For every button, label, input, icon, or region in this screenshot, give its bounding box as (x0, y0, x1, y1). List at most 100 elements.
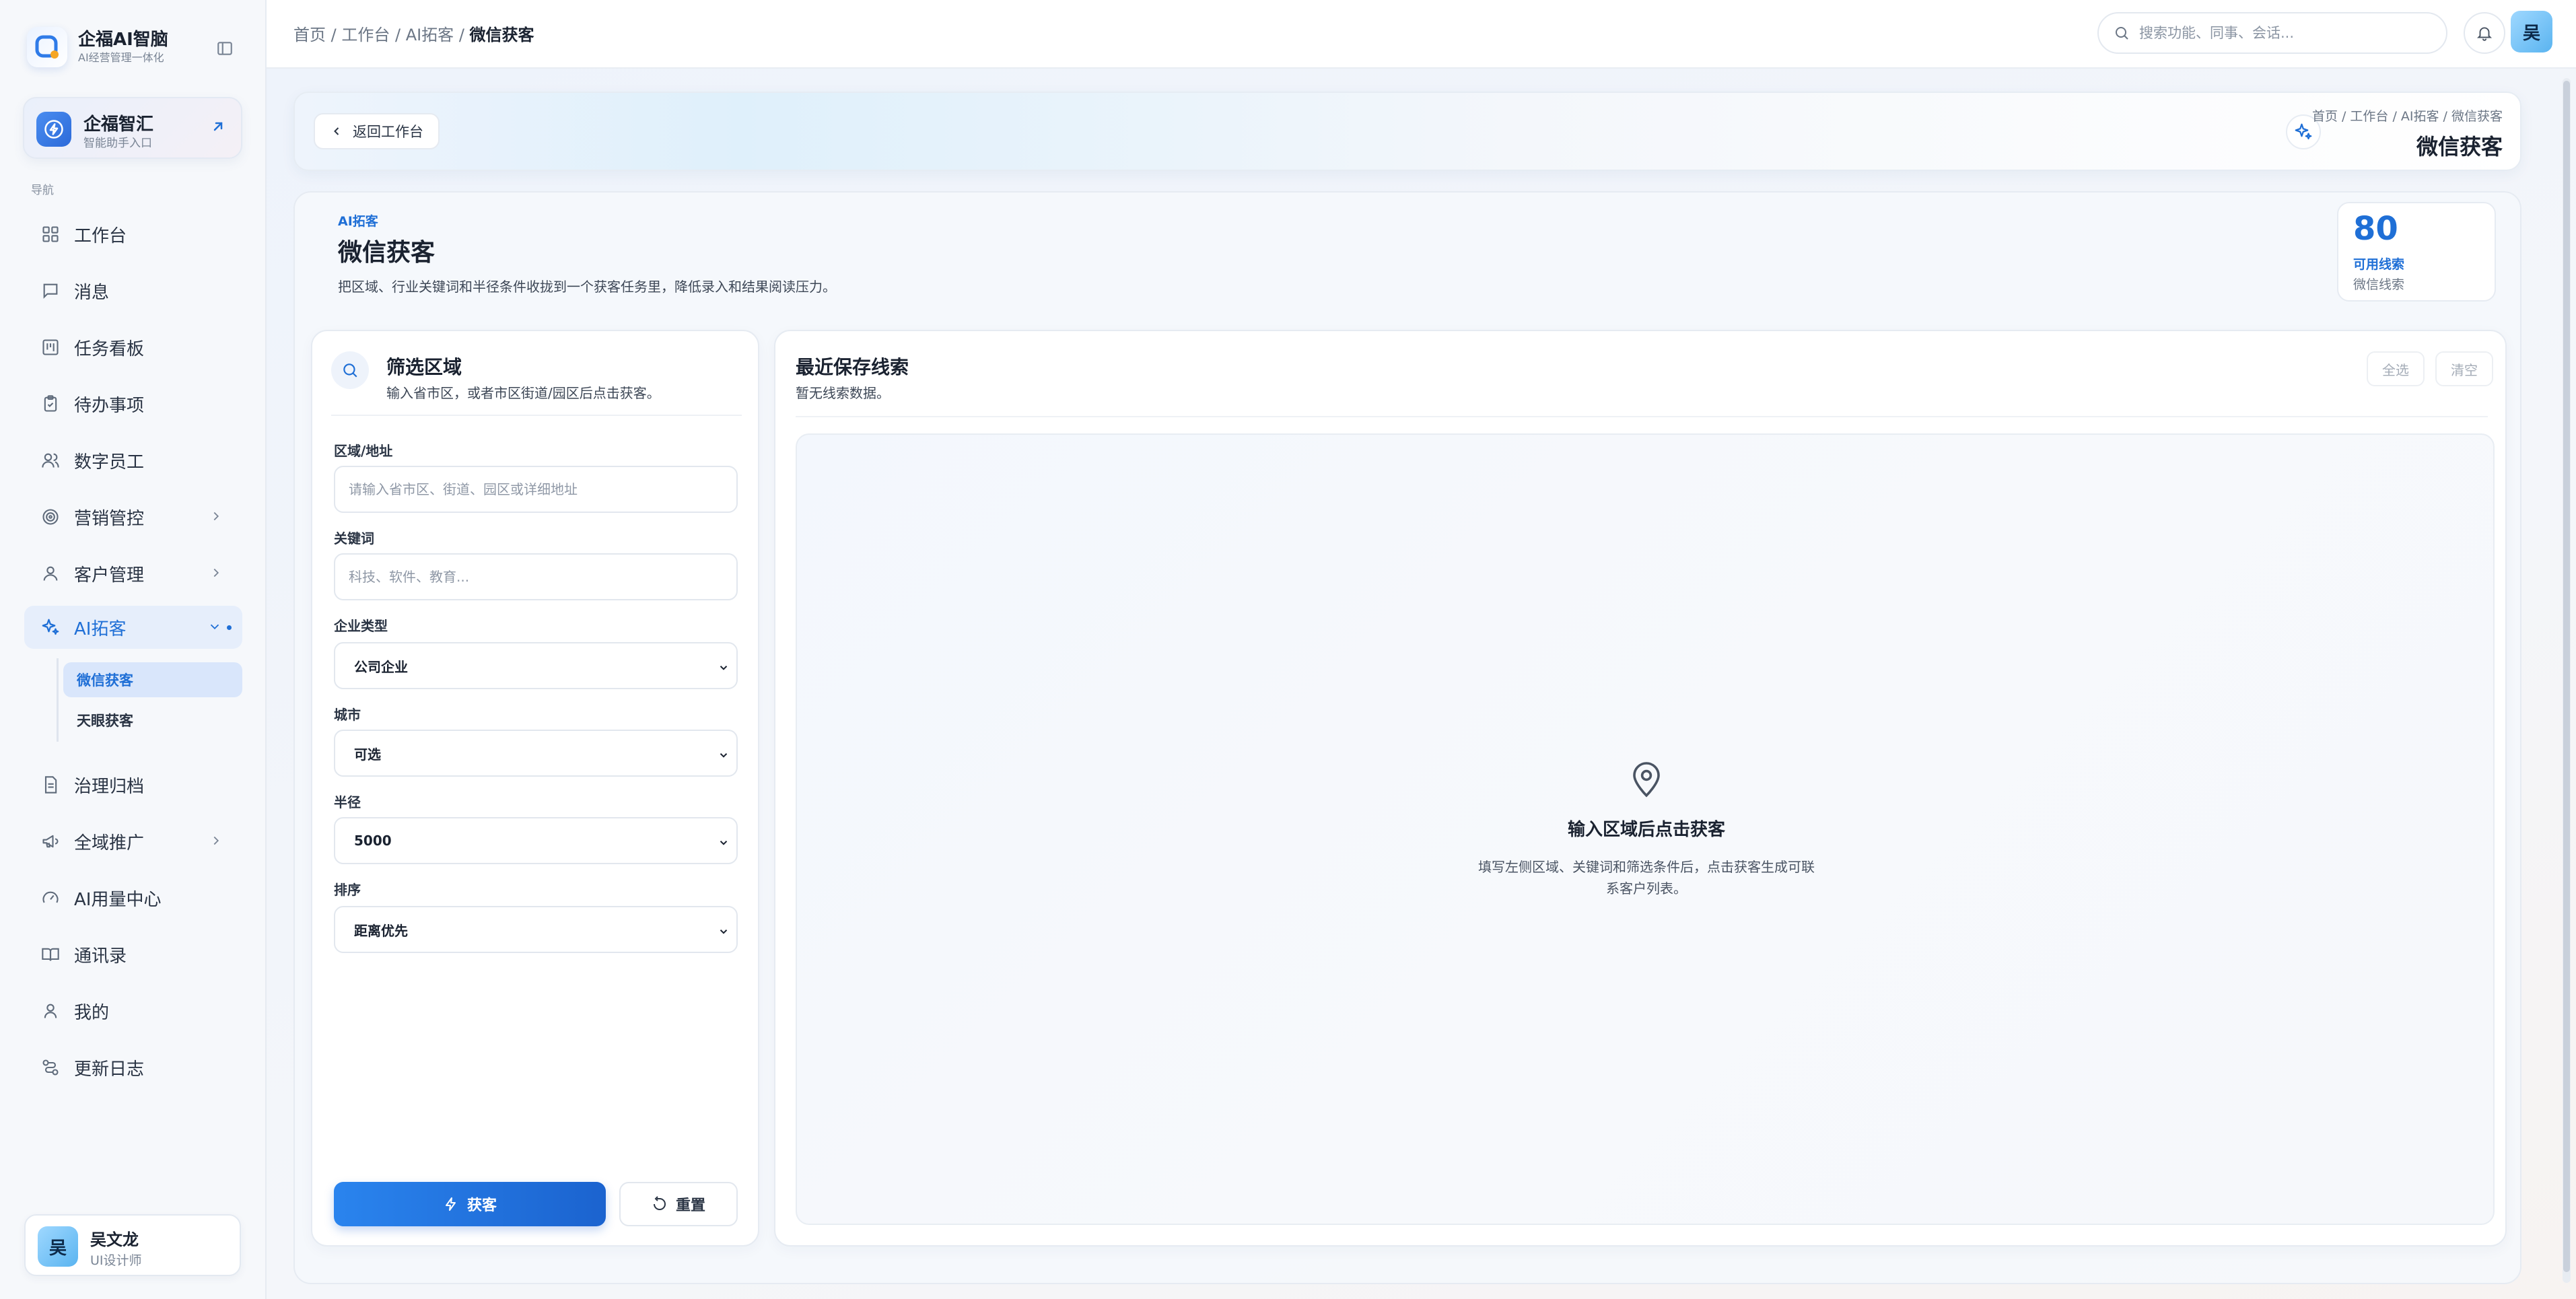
breadcrumb-item[interactable]: 工作台 (341, 26, 390, 44)
acquire-button[interactable]: 获客 (334, 1182, 606, 1226)
target-icon (40, 507, 61, 527)
sidebar-item-digital-staff[interactable]: 数字员工 (24, 439, 242, 482)
sidebar-collapse-icon[interactable] (214, 38, 236, 59)
sidebar-item-label: 治理归档 (74, 776, 145, 797)
scrollbar[interactable] (2563, 78, 2571, 1283)
promo-title: 企福智汇 (83, 114, 154, 135)
select-value: 可选 (354, 746, 381, 763)
sidebar-item-todo[interactable]: 待办事项 (24, 382, 242, 425)
chevron-right-icon (209, 565, 223, 580)
header-breadcrumb: 首页 / 工作台 / AI拓客 / 微信获客 (2311, 109, 2503, 124)
sidebar-item-promotion[interactable]: 全域推广 (24, 820, 242, 863)
sidebar-item-contacts[interactable]: 通讯录 (24, 933, 242, 976)
sidebar-item-label: AI用量中心 (74, 889, 162, 910)
refresh-icon (652, 1196, 668, 1212)
topbar: 首页 / 工作台 / AI拓客 / 微信获客 吴 (267, 0, 2576, 69)
select-value: 公司企业 (354, 658, 408, 675)
promo-card[interactable]: 企福智汇 智能助手入口 (23, 97, 242, 159)
chevron-left-icon (330, 125, 343, 138)
divider (331, 415, 742, 416)
route-icon (40, 1057, 61, 1078)
breadcrumb-separator: / (454, 26, 470, 44)
top-avatar[interactable]: 吴 (2511, 11, 2552, 52)
intro-description: 把区域、行业关键词和半径条件收拢到一个获客任务里，降低录入和结果阅读压力。 (338, 279, 836, 295)
sidebar-item-label: 全域推广 (74, 833, 145, 853)
sidebar-item-ai-usage[interactable]: AI用量中心 (24, 876, 242, 919)
radius-label: 半径 (334, 794, 361, 810)
sidebar-item-label: 工作台 (74, 225, 127, 246)
brand-name: 企福AI智脑 (78, 30, 168, 50)
stat-sublabel: 微信线索 (2353, 277, 2405, 292)
prospecting-panel: AI拓客 微信获客 把区域、行业关键词和半径条件收拢到一个获客任务里，降低录入和… (293, 191, 2521, 1284)
user-role: UI设计师 (90, 1253, 142, 1268)
leads-subtitle: 暂无线索数据。 (796, 385, 890, 401)
sidebar-item-archive[interactable]: 治理归档 (24, 763, 242, 806)
sidebar-item-marketing[interactable]: 营销管控 (24, 495, 242, 538)
sidebar-item-ai-prospecting[interactable]: AI拓客 (24, 606, 242, 649)
sidebar-subitem-wechat[interactable]: 微信获客 (63, 662, 242, 697)
sidebar-item-label: 更新日志 (74, 1059, 145, 1080)
select-value: 距离优先 (354, 922, 408, 939)
area-input[interactable] (334, 466, 738, 513)
chevron-down-icon (718, 925, 730, 938)
sidebar-item-label: 我的 (74, 1002, 110, 1023)
breadcrumb-current: 微信获客 (469, 26, 534, 44)
file-icon (40, 775, 61, 795)
back-button-label: 返回工作台 (353, 124, 423, 140)
sidebar-item-workbench[interactable]: 工作台 (24, 213, 242, 256)
sidebar-item-label: 消息 (74, 282, 110, 303)
intro-section: AI拓客 微信获客 把区域、行业关键词和半径条件收拢到一个获客任务里，降低录入和… (295, 192, 2520, 312)
chevron-down-icon (718, 837, 730, 849)
area-label: 区域/地址 (334, 443, 393, 459)
search-icon (2114, 25, 2130, 41)
search-input[interactable] (2139, 25, 2422, 41)
person-icon (40, 1001, 61, 1021)
city-select[interactable]: 可选 (334, 730, 738, 777)
sort-select[interactable]: 距离优先 (334, 906, 738, 953)
sidebar-subitem-tianyan[interactable]: 天眼获客 (63, 703, 242, 738)
nav-section-label: 导航 (31, 184, 54, 197)
breadcrumb-item[interactable]: 首页 (293, 26, 326, 44)
arrow-up-right-icon (210, 118, 226, 135)
intro-title: 微信获客 (338, 239, 436, 267)
filter-card: 筛选区域 输入省市区，或者市区街道/园区后点击获客。 区域/地址 关键词 企业类… (311, 330, 759, 1247)
select-all-button[interactable]: 全选 (2367, 351, 2425, 386)
chevron-down-icon (207, 619, 222, 634)
sidebar-item-messages[interactable]: 消息 (24, 269, 242, 312)
stat-card: 80 可用线索 微信线索 (2337, 202, 2496, 302)
radius-select[interactable]: 5000 (334, 817, 738, 864)
intro-tag: AI拓客 (338, 214, 378, 229)
filter-subtitle: 输入省市区，或者市区街道/园区后点击获客。 (386, 385, 660, 401)
select-value: 5000 (354, 833, 392, 849)
sidebar-item-mine[interactable]: 我的 (24, 989, 242, 1032)
user-card[interactable]: 吴 吴文龙 UI设计师 (24, 1214, 241, 1276)
reset-button[interactable]: 重置 (619, 1182, 738, 1226)
scrollbar-thumb[interactable] (2563, 81, 2570, 1272)
search-box[interactable] (2097, 12, 2447, 54)
sidebar-item-label: 数字员工 (74, 452, 145, 472)
promo-subtitle: 智能助手入口 (83, 137, 152, 150)
book-icon (40, 944, 61, 964)
sidebar-item-changelog[interactable]: 更新日志 (24, 1046, 242, 1089)
breadcrumb-separator: / (390, 26, 406, 44)
brand-logo-icon (27, 27, 67, 67)
user-icon (40, 563, 61, 584)
clear-button[interactable]: 清空 (2435, 351, 2493, 386)
company-type-label: 企业类型 (334, 618, 388, 634)
sidebar-item-label: 通讯录 (74, 946, 127, 967)
back-button[interactable]: 返回工作台 (314, 113, 440, 149)
sidebar-item-label: AI拓客 (74, 619, 127, 639)
sidebar-item-task-board[interactable]: 任务看板 (24, 326, 242, 369)
bell-icon (2476, 24, 2493, 42)
lightning-icon (36, 112, 71, 147)
keyword-input[interactable] (334, 553, 738, 600)
brand[interactable]: 企福AI智脑 AI经营管理一体化 (27, 27, 168, 67)
users-icon (40, 450, 61, 470)
lightning-icon (443, 1196, 459, 1212)
sidebar-item-customers[interactable]: 客户管理 (24, 552, 242, 595)
chevron-down-icon (718, 662, 730, 674)
breadcrumb-item[interactable]: AI拓客 (406, 26, 454, 44)
notification-button[interactable] (2464, 12, 2505, 54)
sidebar-item-label: 待办事项 (74, 395, 145, 416)
company-type-select[interactable]: 公司企业 (334, 642, 738, 689)
